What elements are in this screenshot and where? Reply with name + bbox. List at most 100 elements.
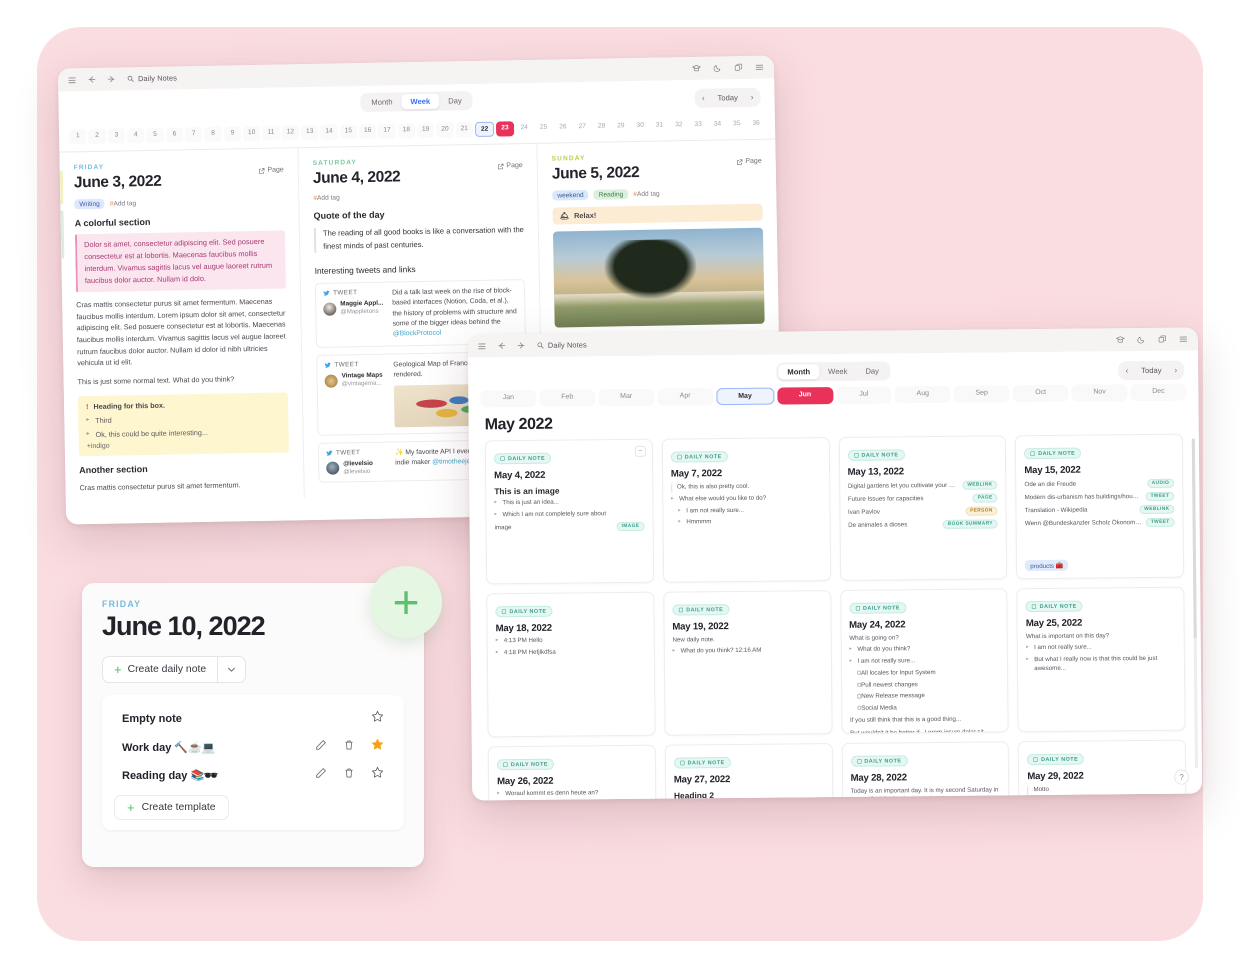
week-number-9[interactable]: 9 — [223, 126, 242, 142]
daily-note-card[interactable]: DAILY NOTE May 25, 2022 What is important … — [1016, 586, 1186, 733]
tag-writing[interactable]: Writing — [74, 198, 105, 210]
favorite-template-button[interactable] — [371, 738, 384, 756]
arrow-left-icon[interactable] — [497, 341, 506, 350]
week-number-32[interactable]: 32 — [670, 118, 688, 133]
daily-note-card[interactable]: DAILY NOTE May 26, 2022Worauf kommt es de… — [487, 744, 657, 801]
week-number-34[interactable]: 34 — [709, 117, 727, 132]
view-toggle-week[interactable]: Month Week Day — [360, 91, 473, 113]
tab-month[interactable]: Month — [362, 94, 401, 110]
week-number-22[interactable]: 22 — [474, 121, 495, 137]
daily-note-card[interactable]: DAILY NOTE May 19, 2022 New daily note. Wha… — [663, 590, 833, 736]
daily-note-card[interactable]: DAILY NOTE May 28, 2022 Today is an import… — [841, 741, 1011, 801]
week-number-7[interactable]: 7 — [184, 126, 203, 143]
create-daily-note-button[interactable]: + Create daily note — [102, 656, 247, 683]
month-window-title-group[interactable]: Daily Notes — [537, 340, 587, 350]
favorite-template-button[interactable] — [371, 766, 384, 784]
tag-reading[interactable]: Reading — [593, 189, 629, 200]
open-page-button[interactable]: Page — [497, 162, 523, 169]
week-number-2[interactable]: 2 — [88, 128, 106, 145]
card-link-row[interactable]: Digital gardens let you cultivate your o… — [848, 480, 998, 490]
week-number-35[interactable]: 35 — [728, 117, 746, 132]
week-number-31[interactable]: 31 — [651, 118, 669, 133]
card-link-row[interactable]: Future Issues for capacities PAGE — [848, 493, 998, 503]
tab-day[interactable]: Day — [439, 93, 471, 109]
checkbox[interactable] — [856, 682, 862, 687]
daily-note-card[interactable]: DAILY NOTE May 18, 20224:13 PM Hello4:18 … — [486, 591, 656, 738]
tab-week[interactable]: Week — [401, 93, 440, 110]
week-number-18[interactable]: 18 — [397, 123, 416, 139]
week-number-25[interactable]: 25 — [535, 121, 553, 136]
month-button-sep[interactable]: Sep — [953, 385, 1010, 403]
daily-note-card[interactable]: DAILY NOTE May 13, 2022 Digital gardens le… — [838, 435, 1008, 581]
arrow-right-icon[interactable] — [517, 341, 526, 350]
delete-template-button[interactable] — [343, 738, 355, 756]
daily-note-card[interactable]: DAILY NOTE May 7, 2022 Ok, this is also pr… — [661, 437, 831, 583]
prev-period-button[interactable]: ‹ — [698, 92, 709, 105]
week-number-33[interactable]: 33 — [689, 118, 707, 133]
delete-template-button[interactable] — [343, 766, 355, 784]
open-page-button[interactable]: Page — [736, 158, 762, 165]
create-template-button[interactable]: + Create template — [114, 795, 229, 820]
month-button-apr[interactable]: Apr — [657, 388, 714, 406]
card-link-row[interactable]: Modern dis-urbanism has buildings/houses… — [1025, 491, 1175, 502]
week-number-26[interactable]: 26 — [554, 120, 572, 135]
week-number-24[interactable]: 24 — [515, 121, 533, 136]
month-button-jun[interactable]: Jun — [776, 387, 833, 405]
checkbox[interactable] — [856, 670, 862, 676]
today-nav-month[interactable]: ‹ Today › — [1118, 360, 1185, 381]
help-button[interactable]: ? — [1173, 769, 1190, 785]
hamburger-icon[interactable] — [478, 342, 486, 350]
view-toggle-month[interactable]: Month Week Day — [776, 361, 891, 382]
week-number-16[interactable]: 16 — [358, 123, 377, 140]
daily-note-card[interactable]: DAILY NOTE May 15, 2022 Ode an die Freude A… — [1015, 433, 1185, 580]
card-link-row[interactable]: De animales a dioses BOOK SUMMARY — [848, 519, 998, 529]
week-number-36[interactable]: 36 — [747, 117, 765, 132]
week-number-5[interactable]: 5 — [146, 127, 164, 143]
add-tag-button[interactable]: #Add tag — [110, 200, 137, 207]
today-nav-week[interactable]: ‹ Today › — [694, 87, 761, 108]
copy-window-icon[interactable] — [734, 63, 743, 72]
tag-weekend[interactable]: weekend — [552, 189, 589, 201]
week-window-title-group[interactable]: Daily Notes — [127, 73, 177, 83]
card-link-row[interactable]: Wenn @Bundeskanzler Scholz Ökonomen, die… — [1025, 517, 1175, 528]
card-link-row[interactable]: image IMAGE — [495, 522, 645, 532]
month-button-oct[interactable]: Oct — [1012, 384, 1069, 403]
week-number-6[interactable]: 6 — [165, 127, 184, 143]
month-button-jul[interactable]: Jul — [835, 386, 892, 404]
month-button-mar[interactable]: Mar — [598, 388, 655, 407]
week-number-17[interactable]: 17 — [378, 123, 396, 139]
arrow-left-icon[interactable] — [87, 75, 96, 84]
collapse-card-button[interactable]: − — [634, 445, 646, 457]
arrow-right-icon[interactable] — [107, 75, 116, 84]
template-row[interactable]: Empty note — [114, 705, 392, 733]
chevron-down-icon[interactable] — [217, 657, 245, 682]
copy-window-icon[interactable] — [1158, 335, 1167, 344]
month-button-aug[interactable]: Aug — [894, 385, 951, 404]
template-row[interactable]: Reading day 📚🕶 — [114, 761, 392, 789]
daily-note-card[interactable]: DAILY NOTEMay 27, 2022Heading 2What do y… — [664, 743, 834, 801]
week-number-30[interactable]: 30 — [631, 119, 649, 134]
daily-note-card[interactable]: DAILY NOTE − May 4, 2022 This is an imageTh… — [484, 438, 654, 585]
month-button-jan[interactable]: Jan — [480, 389, 537, 408]
week-number-19[interactable]: 19 — [416, 122, 435, 139]
graduation-cap-icon[interactable] — [691, 64, 702, 73]
week-number-14[interactable]: 14 — [320, 124, 338, 140]
week-number-3[interactable]: 3 — [107, 128, 126, 144]
card-link-row[interactable]: Ivan Pavlov PERSON — [848, 506, 998, 516]
week-number-15[interactable]: 15 — [339, 124, 358, 140]
add-tag-button[interactable]: #Add tag — [313, 194, 340, 201]
open-page-button[interactable]: Page — [258, 166, 284, 174]
week-number-29[interactable]: 29 — [612, 119, 630, 134]
tab-day[interactable]: Day — [856, 363, 888, 378]
create-daily-note-main[interactable]: + Create daily note — [103, 657, 217, 682]
next-period-button[interactable]: › — [1170, 364, 1181, 377]
moon-icon[interactable] — [1137, 335, 1146, 344]
graduation-cap-icon[interactable] — [1115, 335, 1125, 344]
month-button-may[interactable]: May — [715, 387, 775, 406]
tweet-mention-link[interactable]: @BlockProtocol — [393, 330, 442, 338]
card-footer-tag[interactable]: products 🧰 — [1025, 559, 1069, 572]
add-floating-action-button[interactable]: + — [370, 566, 442, 638]
card-checkbox-item[interactable]: All locales for Input System — [850, 668, 1000, 678]
edit-template-button[interactable] — [315, 738, 327, 756]
hamburger-menu-icon[interactable] — [755, 63, 764, 72]
